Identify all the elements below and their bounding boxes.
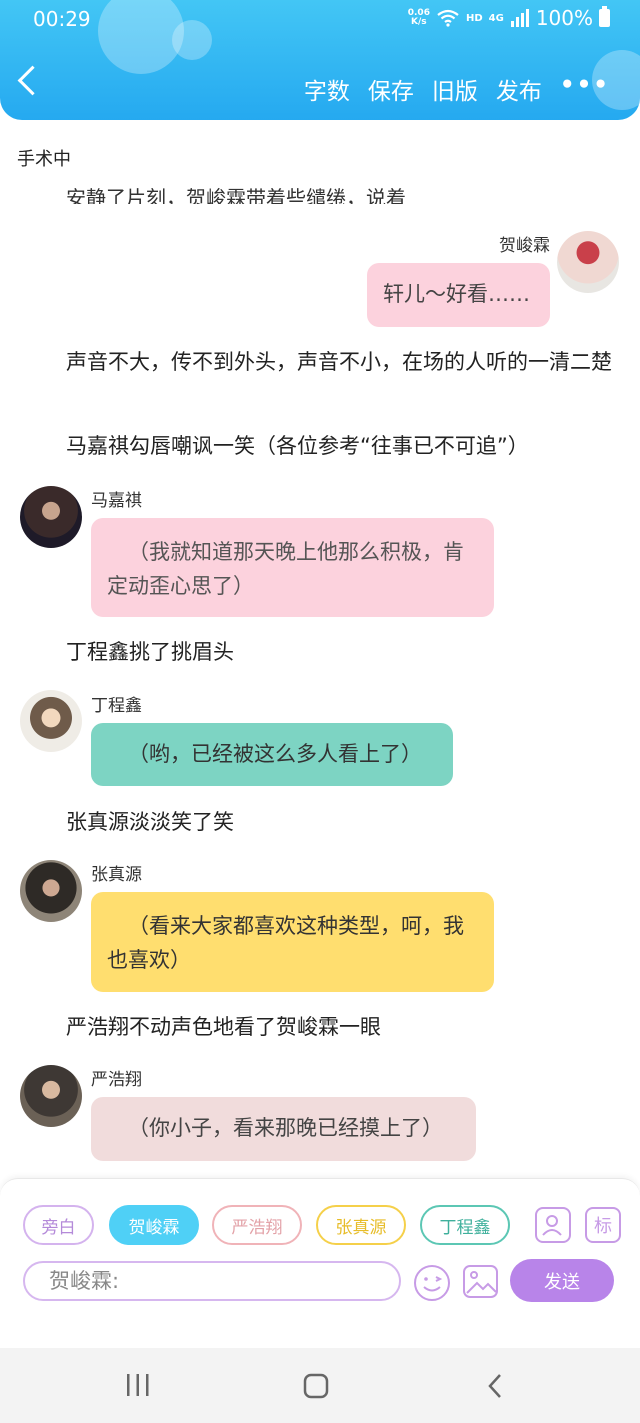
- chat-bubble-yan: （你小子，看来那晚已经摸上了）: [91, 1097, 476, 1161]
- speaker-name: 张真源: [91, 865, 142, 885]
- chat-bubble-zhang: （看来大家都喜欢这种类型，呵，我也喜欢）: [91, 892, 494, 992]
- chip-yan[interactable]: 严浩翔: [212, 1205, 302, 1245]
- chat-bubble-ma: （我就知道那天晚上他那么积极，肯定动歪心思了）: [91, 518, 494, 617]
- network-label: 4G: [488, 12, 504, 24]
- chip-zhang[interactable]: 张真源: [316, 1205, 406, 1245]
- avatar-ma: [20, 486, 82, 548]
- speaker-name: 贺峻霖: [499, 236, 550, 256]
- avatar-yan: [20, 1065, 82, 1127]
- narration-line: 张真源淡淡笑了笑: [66, 810, 234, 834]
- status-bar: 00:29 0.06 K/s HD 4G 100%: [0, 0, 640, 40]
- chip-narrator[interactable]: 旁白: [23, 1205, 94, 1245]
- old-version-button[interactable]: 旧版: [432, 72, 478, 106]
- battery-percent: 100%: [535, 6, 593, 30]
- character-card-icon[interactable]: [535, 1207, 571, 1243]
- nav-back-icon[interactable]: [484, 1372, 508, 1400]
- avatar-ding: [20, 690, 82, 752]
- chat-bubble-he: 轩儿～好看……: [367, 263, 550, 327]
- app-header: 00:29 0.06 K/s HD 4G 100% 字数 保存 旧版 发布 ••…: [0, 0, 640, 120]
- avatar-he: [557, 231, 619, 293]
- signal-icon: [510, 9, 529, 27]
- mark-button[interactable]: 标: [585, 1207, 621, 1243]
- system-nav-bar: [0, 1348, 640, 1423]
- narration-line: 声音不大，传不到外头，声音不小，在场的人听的一清二楚: [66, 350, 612, 374]
- net-speed: 0.06 K/s: [407, 8, 430, 27]
- recent-apps-icon[interactable]: [124, 1372, 152, 1398]
- chip-he-selected[interactable]: 贺峻霖: [109, 1205, 199, 1245]
- send-button[interactable]: 发送: [510, 1259, 614, 1302]
- image-icon[interactable]: [462, 1263, 500, 1301]
- narration-cutoff: 安静了片刻，贺峻霖带着些缱绻，说着: [66, 186, 406, 204]
- speaker-name: 严浩翔: [91, 1070, 142, 1090]
- chip-ding[interactable]: 丁程鑫: [420, 1205, 510, 1245]
- toolbar: 字数 保存 旧版 发布 •••: [304, 72, 610, 106]
- emoji-icon[interactable]: [412, 1263, 452, 1303]
- battery-icon: [599, 6, 610, 27]
- page-title: 手术中: [17, 149, 71, 170]
- speaker-name: 丁程鑫: [91, 696, 142, 716]
- publish-button[interactable]: 发布: [496, 72, 542, 106]
- word-count-button[interactable]: 字数: [304, 72, 350, 106]
- back-arrow-icon[interactable]: [17, 65, 48, 96]
- more-dots-icon[interactable]: •••: [560, 72, 610, 106]
- hd-label: HD: [465, 12, 483, 24]
- narration-line: 严浩翔不动声色地看了贺峻霖一眼: [66, 1015, 381, 1039]
- narration-line: 丁程鑫挑了挑眉头: [66, 640, 234, 664]
- narration-line: 马嘉祺勾唇嘲讽一笑（各位参考“往事已不可追”）: [66, 434, 529, 458]
- avatar-zhang: [20, 860, 82, 922]
- wifi-icon: [437, 9, 459, 27]
- speaker-name: 马嘉祺: [91, 491, 142, 511]
- home-icon[interactable]: [302, 1372, 330, 1400]
- status-time: 00:29: [33, 7, 91, 31]
- save-button[interactable]: 保存: [368, 72, 414, 106]
- message-input[interactable]: 贺峻霖:: [23, 1261, 401, 1301]
- chat-bubble-ding: （哟，已经被这么多人看上了）: [91, 723, 453, 786]
